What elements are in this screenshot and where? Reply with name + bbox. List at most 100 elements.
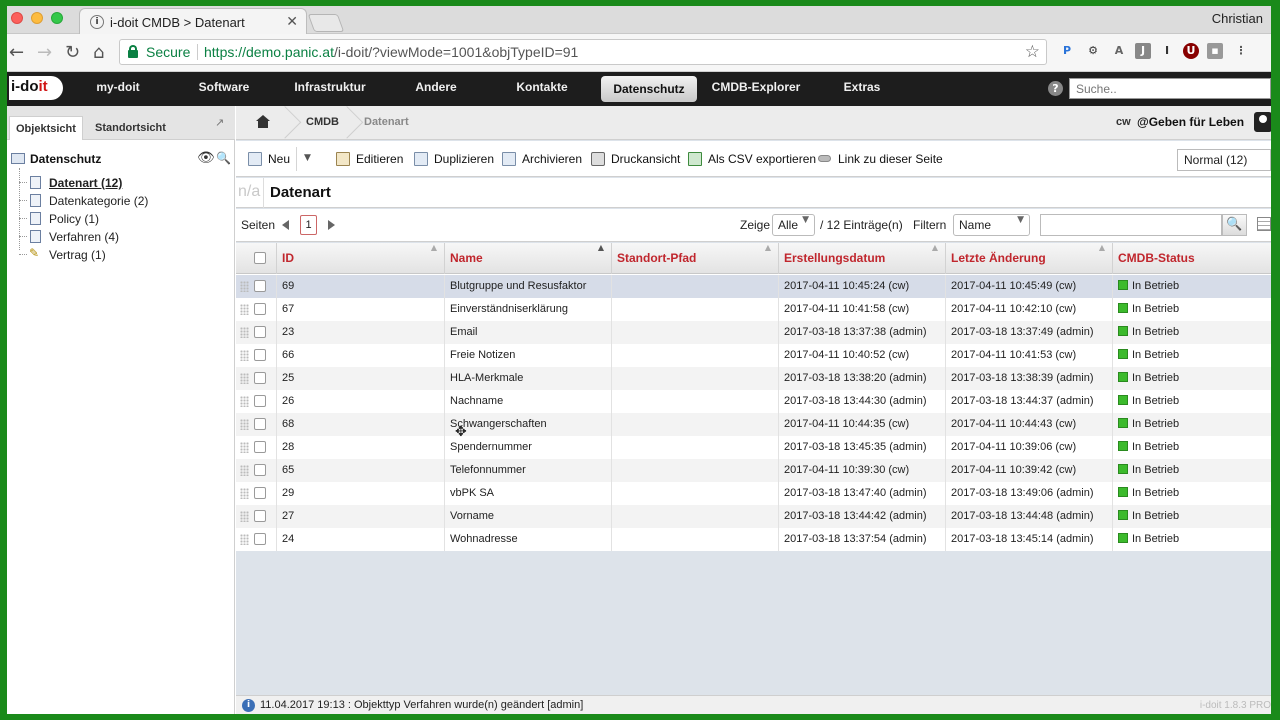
column-header-cmdb-status[interactable]: CMDB-Status [1112,243,1271,274]
tab-close-icon[interactable]: ✕ [286,13,298,30]
nav-item-infrastruktur[interactable]: Infrastruktur [285,72,375,106]
browser-menu-icon[interactable]: ⋮ [1233,43,1249,59]
chevron-down-icon[interactable]: ▼ [304,153,311,163]
tree-item-policy[interactable]: Policy (1) [19,210,219,228]
next-page-icon[interactable] [328,220,335,230]
new-tab-button[interactable] [307,14,345,32]
row-checkbox[interactable] [254,464,266,476]
list-config-icon[interactable] [1257,217,1271,231]
reload-icon[interactable]: ↻ [65,42,80,63]
browser-tab[interactable]: i i-doit CMDB > Datenart ✕ [79,8,307,34]
extension-puzzle-icon[interactable]: ⚙ [1085,43,1101,59]
close-window-button[interactable] [11,12,23,24]
drag-handle-icon[interactable] [240,442,249,453]
column-header-letzte-aenderung[interactable]: Letzte Änderung ▲ [945,243,1112,274]
eye-icon[interactable]: 👁 [197,150,215,166]
tree-item-vertrag[interactable]: ✎ Vertrag (1) [19,246,219,264]
row-checkbox[interactable] [254,280,266,292]
drag-handle-icon[interactable] [240,281,249,292]
row-checkbox[interactable] [254,487,266,499]
nav-item-andere[interactable]: Andere [407,72,465,106]
filter-search-button[interactable]: 🔍 [1222,214,1247,236]
cell-name[interactable]: Spendernummer [444,436,611,459]
table-row[interactable]: 23 Email 2017-03-18 13:37:38 (admin) 2017-0… [236,321,1271,344]
nav-item-cmdb-explorer[interactable]: CMDB-Explorer [707,72,805,106]
previous-page-icon[interactable] [282,220,289,230]
column-header-id[interactable]: ID ▲ [276,243,444,274]
table-row[interactable]: 24 Wohnadresse 2017-03-18 13:37:54 (admin)… [236,528,1271,551]
back-arrow-icon[interactable]: ← [9,42,24,63]
global-search-input[interactable] [1069,78,1271,99]
cell-name[interactable]: Schwangerschaften [444,413,611,436]
nav-item-extras[interactable]: Extras [837,72,887,106]
cell-name[interactable]: HLA-Merkmale [444,367,611,390]
drag-handle-icon[interactable] [240,350,249,361]
table-row[interactable]: 66 Freie Notizen 2017-04-11 10:40:52 (cw) 2… [236,344,1271,367]
cell-name[interactable]: Freie Notizen [444,344,611,367]
tab-standortsicht[interactable]: Standortsicht [89,116,172,140]
table-row[interactable]: 28 Spendernummer 2017-03-18 13:45:35 (admi… [236,436,1271,459]
user-avatar-icon[interactable] [1254,112,1271,132]
extension-jb-icon[interactable]: J [1135,43,1151,59]
table-row[interactable]: 27 Vorname 2017-03-18 13:44:42 (admin) 2017… [236,505,1271,528]
table-row[interactable]: 65 Telefonnummer 2017-04-11 10:39:30 (cw) 2… [236,459,1271,482]
current-page-button[interactable]: 1 [300,215,317,235]
home-icon[interactable]: ⌂ [93,42,104,63]
popout-icon[interactable]: ↗ [215,116,224,129]
row-checkbox[interactable] [254,441,266,453]
nav-item-my-doit[interactable]: my-doit [87,72,149,106]
tree-root-datenschutz[interactable]: Datenschutz 👁 🔍 [11,150,231,168]
row-checkbox[interactable] [254,510,266,522]
tree-item-datenart[interactable]: Datenart (12) [19,174,219,192]
column-header-erstellungsdatum[interactable]: Erstellungsdatum ▲ [778,243,945,274]
row-checkbox[interactable] [254,533,266,545]
row-checkbox[interactable] [254,395,266,407]
cell-name[interactable]: Nachname [444,390,611,413]
tree-item-datenkategorie[interactable]: Datenkategorie (2) [19,192,219,210]
cell-name[interactable]: Telefonnummer [444,459,611,482]
drag-handle-icon[interactable] [240,396,249,407]
row-checkbox[interactable] [254,349,266,361]
ublock-icon[interactable]: U [1183,43,1199,59]
tab-objektsicht[interactable]: Objektsicht [9,116,83,140]
column-header-standort-pfad[interactable]: Standort-Pfad ▲ [611,243,778,274]
cell-name[interactable]: Einverständniserklärung [444,298,611,321]
cell-name[interactable]: vbPK SA [444,482,611,505]
extension-i-icon[interactable]: I [1159,43,1175,59]
row-checkbox[interactable] [254,326,266,338]
drag-handle-icon[interactable] [240,511,249,522]
drag-handle-icon[interactable] [240,419,249,430]
nav-item-kontakte[interactable]: Kontakte [507,72,577,106]
cell-name[interactable]: Email [444,321,611,344]
table-row[interactable]: 25 HLA-Merkmale 2017-03-18 13:38:20 (admin… [236,367,1271,390]
drag-handle-icon[interactable] [240,465,249,476]
select-all-checkbox[interactable] [254,252,266,264]
view-mode-select[interactable]: Normal (12) [1177,149,1271,171]
drag-handle-icon[interactable] [240,488,249,499]
table-row[interactable]: 67 Einverständniserklärung 2017-04-11 10:4… [236,298,1271,321]
drag-handle-icon[interactable] [240,373,249,384]
extension-gray-icon[interactable]: ▪ [1207,43,1223,59]
tree-item-verfahren[interactable]: Verfahren (4) [19,228,219,246]
nav-item-datenschutz[interactable]: Datenschutz [601,76,697,102]
row-checkbox[interactable] [254,372,266,384]
table-row[interactable]: 68 Schwangerschaften 2017-04-11 10:44:35 (… [236,413,1271,436]
minimize-window-button[interactable] [31,12,43,24]
address-bar[interactable]: Secure https://demo.panic.at/i-doit/?vie… [119,39,1047,65]
drag-handle-icon[interactable] [240,304,249,315]
i-doit-logo[interactable]: i-doit [9,76,63,100]
drag-handle-icon[interactable] [240,327,249,338]
nav-item-software[interactable]: Software [191,72,257,106]
rows-per-page-select[interactable]: Alle ▼ [772,214,815,236]
help-icon[interactable]: ? [1048,81,1063,96]
search-icon[interactable]: 🔍 [216,151,231,165]
cell-name[interactable]: Vorname [444,505,611,528]
row-checkbox[interactable] [254,418,266,430]
filter-input[interactable] [1040,214,1222,236]
bookmark-star-icon[interactable]: ☆ [1025,42,1040,62]
cell-name[interactable]: Blutgruppe und Resusfaktor [444,275,611,298]
user-tenant[interactable]: @Geben für Leben [1137,115,1244,129]
browser-profile-name[interactable]: Christian [1212,11,1263,26]
filter-field-select[interactable]: Name ▼ [953,214,1030,236]
table-row[interactable]: 29 vbPK SA 2017-03-18 13:47:40 (admin) 2017… [236,482,1271,505]
